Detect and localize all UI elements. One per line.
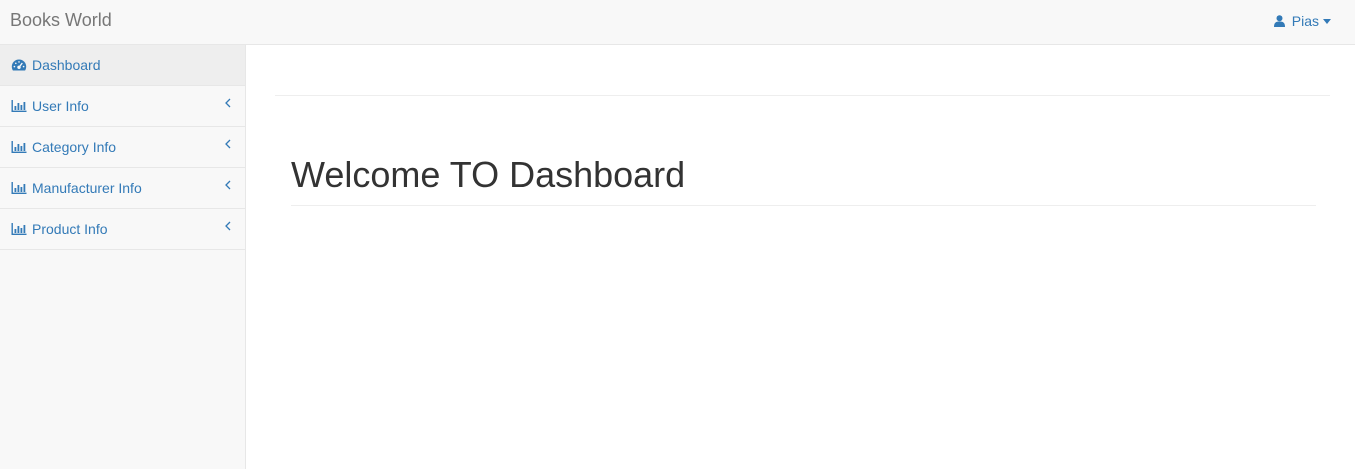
sidebar: Dashboard User Info Category Info Manufa… <box>0 45 246 469</box>
sidebar-item-category-info[interactable]: Category Info <box>0 127 245 168</box>
sidebar-item-user-info[interactable]: User Info <box>0 86 245 127</box>
chevron-left-icon <box>225 180 231 190</box>
main-content: Welcome TO Dashboard <box>246 45 1355 469</box>
chevron-left-icon <box>225 139 231 149</box>
caret-down-icon <box>1323 18 1331 24</box>
sidebar-item-dashboard[interactable]: Dashboard <box>0 45 245 86</box>
bar-chart-icon <box>11 141 27 153</box>
sidebar-item-label: Product Info <box>32 221 108 237</box>
brand-title[interactable]: Books World <box>10 10 112 30</box>
sidebar-item-label: Category Info <box>32 139 117 155</box>
bar-chart-icon <box>11 223 27 235</box>
sidebar-item-label: User Info <box>32 98 89 114</box>
user-icon <box>1273 15 1285 27</box>
sidebar-item-product-info[interactable]: Product Info <box>0 209 245 250</box>
user-dropdown-toggle[interactable]: Pias <box>1273 11 1331 31</box>
user-name: Pias <box>1291 13 1319 29</box>
bar-chart-icon <box>11 100 27 112</box>
chevron-left-icon <box>225 98 231 108</box>
divider <box>275 95 1330 96</box>
top-navbar: Books World Pias <box>0 0 1355 45</box>
chevron-left-icon <box>225 221 231 231</box>
page-title: Welcome TO Dashboard <box>291 154 686 195</box>
page-header: Welcome TO Dashboard <box>291 153 1316 206</box>
sidebar-item-label: Manufacturer Info <box>32 180 142 196</box>
bar-chart-icon <box>11 182 27 194</box>
sidebar-item-label: Dashboard <box>32 57 101 73</box>
sidebar-item-manufacturer-info[interactable]: Manufacturer Info <box>0 168 245 209</box>
dashboard-icon <box>11 59 27 71</box>
